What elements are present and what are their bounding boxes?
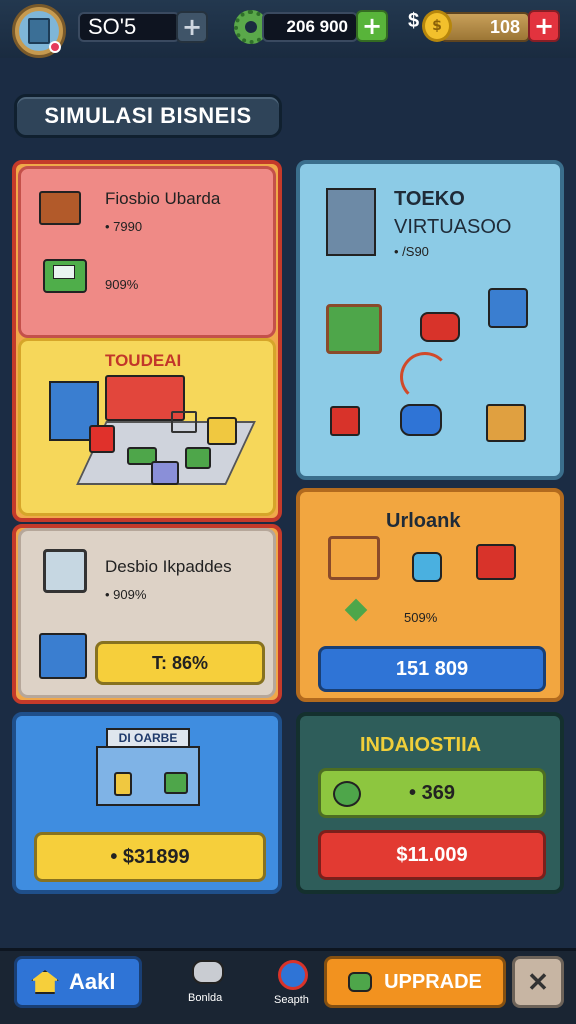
dollar-symbol: $: [408, 10, 420, 32]
card-icon: [412, 552, 442, 582]
delivery-van-icon: [400, 404, 442, 436]
wallet-icon: [488, 288, 528, 328]
upgrade-button[interactable]: UPPRADE: [324, 956, 506, 1008]
home-button[interactable]: Aakl: [14, 956, 142, 1008]
product-box-icon: [151, 461, 179, 485]
business-card-orange[interactable]: Urloank 509% 151 809: [296, 488, 564, 702]
business-card-store[interactable]: TOEKO VIRTUASOO • /S90: [296, 160, 564, 480]
coin-counter: 108: [440, 12, 530, 42]
price-button[interactable]: • $31899: [34, 832, 266, 882]
coin-counter-value: 108: [489, 16, 520, 37]
industry-title: INDAIOSTIIA: [360, 734, 482, 756]
page-title: SIMULASI BISNEIS: [14, 94, 282, 138]
store-subtitle: VIRTUASOO: [394, 216, 512, 238]
home-icon: [31, 970, 59, 994]
business-card-beige[interactable]: Desbio Ikpaddes • 909% T: 86%: [18, 528, 276, 698]
office-building-icon: [326, 188, 376, 256]
business-card-blue[interactable]: DI OARBE • $31899: [12, 712, 282, 894]
search-nav-item[interactable]: Seapth: [266, 956, 326, 1014]
product-box-icon: [89, 425, 115, 453]
income-value: • 369: [409, 781, 455, 804]
product-box-icon: [207, 417, 237, 445]
register-icon: [476, 544, 516, 580]
profile-counter-value: SO'5: [88, 14, 137, 39]
shopping-cart-icon: [326, 304, 382, 354]
business-card-yellow[interactable]: TOUDEAI: [18, 338, 276, 516]
business-title: Desbio Ikpaddes: [105, 557, 232, 576]
package-icon: [486, 404, 526, 442]
upgrade-label: UPPRADE: [384, 970, 482, 993]
product-box-icon: [114, 772, 132, 796]
business-title: Urloank: [386, 510, 461, 532]
shopping-cart-icon: [43, 549, 87, 593]
industry-panel[interactable]: INDAIOSTIIA • 369 $11.009: [296, 712, 564, 894]
product-box-icon: [164, 772, 188, 794]
store-value: • /S90: [394, 244, 429, 259]
build-label: Bonlda: [188, 992, 223, 1004]
crossed-tools-icon: ✕: [527, 966, 549, 997]
business-income: • 909%: [105, 587, 147, 602]
store-title: TOEKO: [394, 188, 465, 210]
tools-button[interactable]: ✕: [512, 956, 564, 1008]
plus-icon: +: [533, 12, 555, 40]
plus-icon: +: [361, 12, 383, 40]
buy-button[interactable]: 151 809: [318, 646, 546, 692]
gear-add-button[interactable]: +: [356, 10, 388, 42]
profile-avatar[interactable]: [12, 4, 66, 58]
shopping-cart-icon: [328, 536, 380, 580]
profile-add-button[interactable]: +: [176, 11, 208, 43]
search-icon: [278, 960, 308, 990]
product-box-icon: [185, 447, 211, 469]
notification-dot: [49, 41, 61, 53]
income-button[interactable]: • 369: [318, 768, 546, 818]
shop-sign: TOUDEAI: [105, 351, 182, 370]
business-percent: 909%: [105, 277, 139, 292]
crate-icon: [39, 191, 81, 225]
collect-button[interactable]: T: 86%: [95, 641, 265, 685]
money-bag-icon: [333, 781, 361, 807]
business-percent: 509%: [404, 610, 438, 625]
build-nav-item[interactable]: Bonlda: [180, 958, 240, 1014]
cost-button[interactable]: $11.009: [318, 830, 546, 880]
profile-counter: SO'5: [78, 12, 180, 42]
sparkle-icon: [344, 598, 368, 622]
upgrade-icon: [348, 972, 373, 992]
stall-sign: DI OARBE: [106, 728, 190, 748]
gear-counter-value: 206 900: [286, 17, 348, 36]
business-title: Fiosbio Ubarda: [105, 189, 221, 208]
cart-icon: [171, 411, 197, 433]
stone-icon: [192, 960, 224, 984]
gear-counter: 206 900: [262, 12, 358, 42]
plus-icon: +: [181, 13, 203, 41]
search-label: Seapth: [274, 994, 309, 1006]
business-card-red[interactable]: Fiosbio Ubarda • 7990 909%: [18, 166, 276, 338]
coin-add-button[interactable]: +: [528, 10, 560, 42]
cycle-arrow-icon: [400, 352, 450, 402]
cash-register-icon: [43, 259, 87, 293]
delivery-truck-icon: [420, 312, 460, 342]
product-box-icon: [330, 406, 360, 436]
coin-icon: $: [422, 10, 452, 42]
storage-box-icon: [39, 633, 87, 679]
business-income: • 7990: [105, 219, 143, 234]
home-label: Aakl: [69, 969, 116, 994]
